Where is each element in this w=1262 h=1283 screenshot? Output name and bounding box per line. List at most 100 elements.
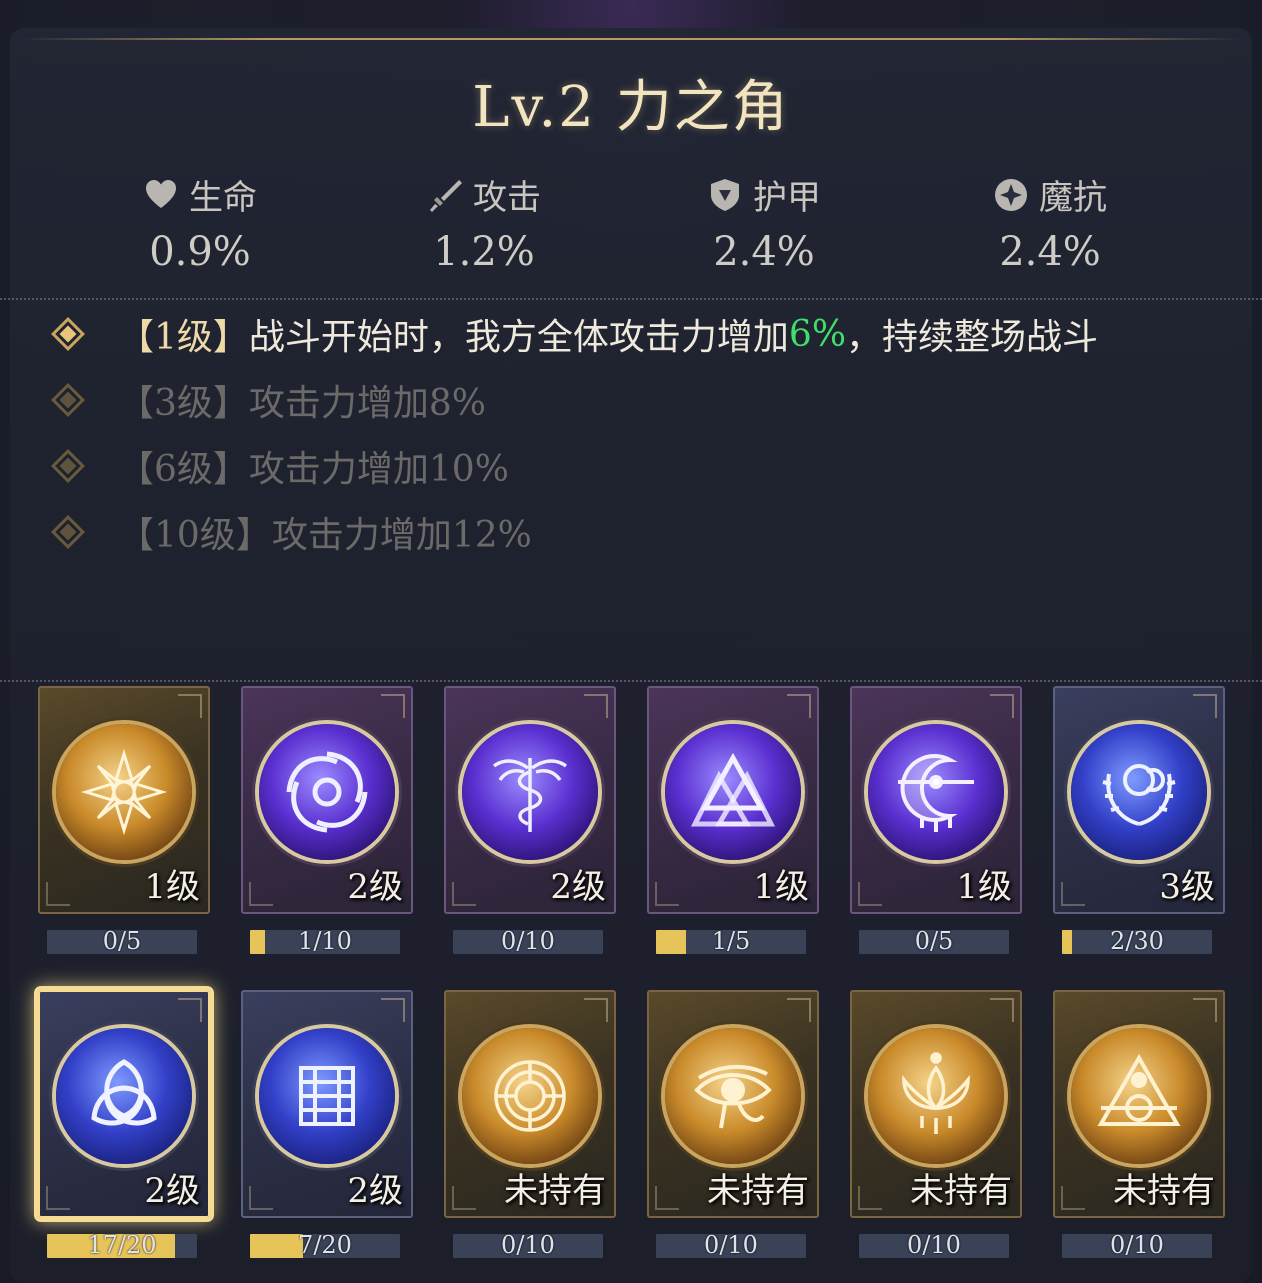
effect-level-1: 【1级】 战斗开始时，我方全体攻击力增加 6% ，持续整场战斗 [51,308,1099,360]
effect-text: 攻击力增加12% [271,515,532,556]
card-level-label: 未持有 [1113,1171,1215,1211]
progress-bar: 0/10 [859,1234,1009,1258]
emblem-card[interactable]: 1级 [647,686,819,914]
emblem-card[interactable]: 2级 [444,686,616,914]
card-level-label: 2级 [347,867,403,907]
card-level-label: 未持有 [504,1171,606,1211]
eye-of-horus-icon [665,1028,801,1164]
triquetra-icon [56,1028,192,1164]
labyrinth-icon [462,1028,598,1164]
effect-text: 战斗开始时，我方全体攻击力增加 [248,317,789,358]
progress-bar: 0/10 [453,930,603,954]
card-corner-ornament [381,998,405,1022]
card-level-label: 未持有 [910,1171,1012,1211]
emblem-card[interactable]: 1级 [850,686,1022,914]
stat-value: 0.9% [149,229,251,275]
progress-text: 0/10 [1110,1234,1164,1258]
effect-level: 【10级】 [118,515,272,556]
card-corner-ornament [178,694,202,718]
card-corner-ornament [858,1186,882,1210]
effect-level-6: 【6级】 攻击力增加10% [51,440,509,492]
progress-bar: 0/10 [453,1234,603,1258]
progress-text: 2/30 [1110,930,1164,954]
page-title: Lv.2 力之角 [472,75,790,140]
card-corner-ornament [1193,998,1217,1022]
diamond-bullet-icon [51,515,85,549]
knot-symbol-icon [259,1028,395,1164]
effect-text: 攻击力增加8% [248,383,487,424]
effect-level-10: 【10级】 攻击力增加12% [51,506,532,558]
divider [0,680,1262,682]
laurel-moon-icon [1071,724,1207,860]
emblem-card[interactable]: 3级 [1053,686,1225,914]
progress-bar: 0/10 [656,1234,806,1258]
stat-label: 魔抗 [1039,178,1107,218]
card-corner-ornament [1193,694,1217,718]
card-corner-ornament [452,1186,476,1210]
divider [0,298,1262,300]
progress-text: 0/10 [501,1234,555,1258]
card-level-label: 3级 [1159,867,1215,907]
card-corner-ornament [655,1186,679,1210]
emblem-card[interactable]: 2级 [241,686,413,914]
card-corner-ornament [990,998,1014,1022]
card-level-label: 1级 [144,867,200,907]
triangle-icon [1071,1028,1207,1164]
diamond-bullet-icon [51,449,85,483]
progress-text: 17/20 [87,1234,157,1258]
progress-bar: 7/20 [250,1234,400,1258]
progress-text: 0/10 [704,1234,758,1258]
crescent-moon-icon [868,724,1004,860]
card-level-label: 未持有 [707,1171,809,1211]
emblem-card[interactable]: 未持有 [1053,990,1225,1218]
emblem-card[interactable]: 未持有 [444,990,616,1218]
effect-highlight: 6% [788,313,847,355]
card-corner-ornament [787,998,811,1022]
card-corner-ornament [452,882,476,906]
card-corner-ornament [858,882,882,906]
emblem-card[interactable]: 1级 [38,686,210,914]
progress-text: 1/5 [711,930,751,954]
progress-bar: 1/10 [250,930,400,954]
emblem-card[interactable]: 未持有 [647,990,819,1218]
emblem-card[interactable]: 2级 [38,990,210,1218]
card-level-label: 2级 [347,1171,403,1211]
stat-magic-resist: 魔抗 2.4% [950,170,1150,275]
valknut-icon [665,724,801,860]
card-corner-ornament [787,694,811,718]
effect-level: 【3级】 [118,383,249,424]
card-corner-ornament [46,882,70,906]
progress-text: 7/20 [298,1234,352,1258]
stat-attack: 攻击 1.2% [384,170,584,275]
progress-text: 0/5 [914,930,954,954]
effect-level: 【1级】 [118,317,249,358]
stat-hp: 生命 0.9% [100,170,300,275]
progress-text: 1/10 [298,930,352,954]
card-corner-ornament [584,998,608,1022]
diamond-bullet-icon [51,317,85,351]
stat-label: 攻击 [473,178,541,218]
progress-bar: 0/5 [47,930,197,954]
progress-text: 0/10 [501,930,555,954]
progress-bar: 0/5 [859,930,1009,954]
card-level-label: 1级 [753,867,809,907]
caduceus-icon [462,724,598,860]
card-level-label: 1级 [956,867,1012,907]
stat-value: 1.2% [433,229,535,275]
card-level-label: 2级 [144,1171,200,1211]
card-corner-ornament [655,882,679,906]
emblem-card[interactable]: 2级 [241,990,413,1218]
card-corner-ornament [1061,1186,1085,1210]
effect-level: 【6级】 [118,449,249,490]
card-level-label: 2级 [550,867,606,907]
emblem-card[interactable]: 未持有 [850,990,1022,1218]
card-corner-ornament [584,694,608,718]
card-corner-ornament [249,882,273,906]
progress-bar: 1/5 [656,930,806,954]
sword-icon [427,177,463,213]
effect-text-tail: ，持续整场战斗 [846,317,1099,358]
top-ornament-line [20,38,1242,40]
card-corner-ornament [46,1186,70,1210]
card-corner-ornament [1061,882,1085,906]
diamond-bullet-icon [51,383,85,417]
